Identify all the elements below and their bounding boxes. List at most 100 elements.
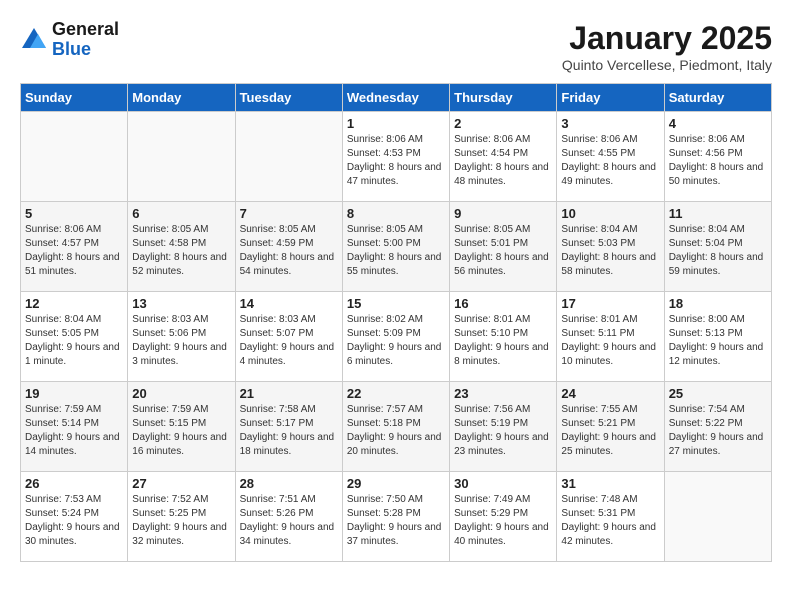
day-number: 18 (669, 296, 767, 311)
day-info: Sunrise: 8:05 AM Sunset: 4:58 PM Dayligh… (132, 223, 230, 279)
day-number: 19 (25, 386, 123, 401)
calendar-cell: 3 Sunrise: 8:06 AM Sunset: 4:55 PM Daylig… (557, 112, 664, 202)
day-info: Sunrise: 7:52 AM Sunset: 5:25 PM Dayligh… (132, 493, 230, 549)
calendar-cell: 28 Sunrise: 7:51 AM Sunset: 5:26 PM Dayli… (235, 472, 342, 562)
day-number: 7 (240, 206, 338, 221)
day-info: Sunrise: 7:53 AM Sunset: 5:24 PM Dayligh… (25, 493, 123, 549)
calendar-cell: 8Sunrise: 8:05 AM Sunset: 5:00 PM Daylig… (342, 202, 449, 292)
calendar-cell: 4 Sunrise: 8:06 AM Sunset: 4:56 PM Daylig… (664, 112, 771, 202)
calendar-table: SundayMondayTuesdayWednesdayThursdayFrid… (20, 83, 772, 562)
day-info: Sunrise: 7:56 AM Sunset: 5:19 PM Dayligh… (454, 403, 552, 459)
day-info: Sunrise: 8:04 AM Sunset: 5:05 PM Dayligh… (25, 313, 123, 369)
day-info: Sunrise: 8:04 AM Sunset: 5:04 PM Dayligh… (669, 223, 767, 279)
day-number: 3 (561, 116, 659, 131)
day-info: Sunrise: 8:04 AM Sunset: 5:03 PM Dayligh… (561, 223, 659, 279)
calendar-cell: 19 Sunrise: 7:59 AM Sunset: 5:14 PM Dayli… (21, 382, 128, 472)
day-number: 14 (240, 296, 338, 311)
day-number: 23 (454, 386, 552, 401)
day-number: 2 (454, 116, 552, 131)
day-number: 30 (454, 476, 552, 491)
calendar-cell: 25Sunrise: 7:54 AM Sunset: 5:22 PM Dayli… (664, 382, 771, 472)
calendar-cell: 17 Sunrise: 8:01 AM Sunset: 5:11 PM Dayli… (557, 292, 664, 382)
day-number: 21 (240, 386, 338, 401)
week-row-1: 1 Sunrise: 8:06 AM Sunset: 4:53 PM Daylig… (21, 112, 772, 202)
calendar-cell: 13 Sunrise: 8:03 AM Sunset: 5:06 PM Dayli… (128, 292, 235, 382)
calendar-cell: 29 Sunrise: 7:50 AM Sunset: 5:28 PM Dayli… (342, 472, 449, 562)
day-info: Sunrise: 8:06 AM Sunset: 4:53 PM Dayligh… (347, 133, 445, 189)
day-number: 8 (347, 206, 445, 221)
calendar-cell: 26 Sunrise: 7:53 AM Sunset: 5:24 PM Dayli… (21, 472, 128, 562)
weekday-tuesday: Tuesday (235, 84, 342, 112)
calendar-cell: 31 Sunrise: 7:48 AM Sunset: 5:31 PM Dayli… (557, 472, 664, 562)
day-info: Sunrise: 7:59 AM Sunset: 5:15 PM Dayligh… (132, 403, 230, 459)
calendar-cell: 10 Sunrise: 8:04 AM Sunset: 5:03 PM Dayli… (557, 202, 664, 292)
month-title: January 2025 (562, 20, 772, 57)
day-number: 15 (347, 296, 445, 311)
day-info: Sunrise: 8:01 AM Sunset: 5:11 PM Dayligh… (561, 313, 659, 369)
day-number: 28 (240, 476, 338, 491)
day-number: 16 (454, 296, 552, 311)
day-number: 27 (132, 476, 230, 491)
day-info: Sunrise: 8:05 AM Sunset: 5:01 PM Dayligh… (454, 223, 552, 279)
day-number: 11 (669, 206, 767, 221)
day-number: 22 (347, 386, 445, 401)
weekday-friday: Friday (557, 84, 664, 112)
day-info: Sunrise: 7:57 AM Sunset: 5:18 PM Dayligh… (347, 403, 445, 459)
day-info: Sunrise: 8:03 AM Sunset: 5:07 PM Dayligh… (240, 313, 338, 369)
calendar-cell: 11 Sunrise: 8:04 AM Sunset: 5:04 PM Dayli… (664, 202, 771, 292)
day-number: 13 (132, 296, 230, 311)
day-number: 29 (347, 476, 445, 491)
weekday-thursday: Thursday (450, 84, 557, 112)
week-row-5: 26 Sunrise: 7:53 AM Sunset: 5:24 PM Dayli… (21, 472, 772, 562)
day-number: 25 (669, 386, 767, 401)
calendar-cell (21, 112, 128, 202)
calendar-cell (128, 112, 235, 202)
calendar-cell: 14 Sunrise: 8:03 AM Sunset: 5:07 PM Dayli… (235, 292, 342, 382)
day-number: 1 (347, 116, 445, 131)
calendar-cell: 20 Sunrise: 7:59 AM Sunset: 5:15 PM Dayli… (128, 382, 235, 472)
day-info: Sunrise: 7:55 AM Sunset: 5:21 PM Dayligh… (561, 403, 659, 459)
calendar-cell: 30 Sunrise: 7:49 AM Sunset: 5:29 PM Dayli… (450, 472, 557, 562)
day-number: 12 (25, 296, 123, 311)
day-info: Sunrise: 8:06 AM Sunset: 4:57 PM Dayligh… (25, 223, 123, 279)
week-row-2: 5Sunrise: 8:06 AM Sunset: 4:57 PM Daylig… (21, 202, 772, 292)
calendar-cell: 6Sunrise: 8:05 AM Sunset: 4:58 PM Daylig… (128, 202, 235, 292)
day-number: 26 (25, 476, 123, 491)
day-number: 24 (561, 386, 659, 401)
weekday-wednesday: Wednesday (342, 84, 449, 112)
calendar-cell: 21 Sunrise: 7:58 AM Sunset: 5:17 PM Dayli… (235, 382, 342, 472)
day-info: Sunrise: 7:59 AM Sunset: 5:14 PM Dayligh… (25, 403, 123, 459)
calendar-body: 1 Sunrise: 8:06 AM Sunset: 4:53 PM Daylig… (21, 112, 772, 562)
calendar-cell (235, 112, 342, 202)
day-info: Sunrise: 7:48 AM Sunset: 5:31 PM Dayligh… (561, 493, 659, 549)
calendar-cell: 23 Sunrise: 7:56 AM Sunset: 5:19 PM Dayli… (450, 382, 557, 472)
logo-text: General Blue (52, 20, 119, 60)
day-info: Sunrise: 7:49 AM Sunset: 5:29 PM Dayligh… (454, 493, 552, 549)
day-info: Sunrise: 7:58 AM Sunset: 5:17 PM Dayligh… (240, 403, 338, 459)
day-info: Sunrise: 8:01 AM Sunset: 5:10 PM Dayligh… (454, 313, 552, 369)
day-info: Sunrise: 8:06 AM Sunset: 4:56 PM Dayligh… (669, 133, 767, 189)
day-number: 20 (132, 386, 230, 401)
week-row-4: 19 Sunrise: 7:59 AM Sunset: 5:14 PM Dayli… (21, 382, 772, 472)
day-info: Sunrise: 8:06 AM Sunset: 4:55 PM Dayligh… (561, 133, 659, 189)
calendar-cell: 27 Sunrise: 7:52 AM Sunset: 5:25 PM Dayli… (128, 472, 235, 562)
logo-icon (20, 26, 48, 54)
day-info: Sunrise: 8:03 AM Sunset: 5:06 PM Dayligh… (132, 313, 230, 369)
calendar-cell: 18Sunrise: 8:00 AM Sunset: 5:13 PM Dayli… (664, 292, 771, 382)
day-number: 9 (454, 206, 552, 221)
day-number: 31 (561, 476, 659, 491)
calendar-cell: 12 Sunrise: 8:04 AM Sunset: 5:05 PM Dayli… (21, 292, 128, 382)
day-number: 4 (669, 116, 767, 131)
day-info: Sunrise: 7:51 AM Sunset: 5:26 PM Dayligh… (240, 493, 338, 549)
day-info: Sunrise: 8:05 AM Sunset: 4:59 PM Dayligh… (240, 223, 338, 279)
day-info: Sunrise: 8:02 AM Sunset: 5:09 PM Dayligh… (347, 313, 445, 369)
calendar-cell: 24 Sunrise: 7:55 AM Sunset: 5:21 PM Dayli… (557, 382, 664, 472)
weekday-monday: Monday (128, 84, 235, 112)
calendar-cell: 16 Sunrise: 8:01 AM Sunset: 5:10 PM Dayli… (450, 292, 557, 382)
day-number: 17 (561, 296, 659, 311)
day-number: 10 (561, 206, 659, 221)
calendar-cell: 22 Sunrise: 7:57 AM Sunset: 5:18 PM Dayli… (342, 382, 449, 472)
weekday-header-row: SundayMondayTuesdayWednesdayThursdayFrid… (21, 84, 772, 112)
day-info: Sunrise: 7:50 AM Sunset: 5:28 PM Dayligh… (347, 493, 445, 549)
page-header: General Blue January 2025 Quinto Vercell… (20, 20, 772, 73)
